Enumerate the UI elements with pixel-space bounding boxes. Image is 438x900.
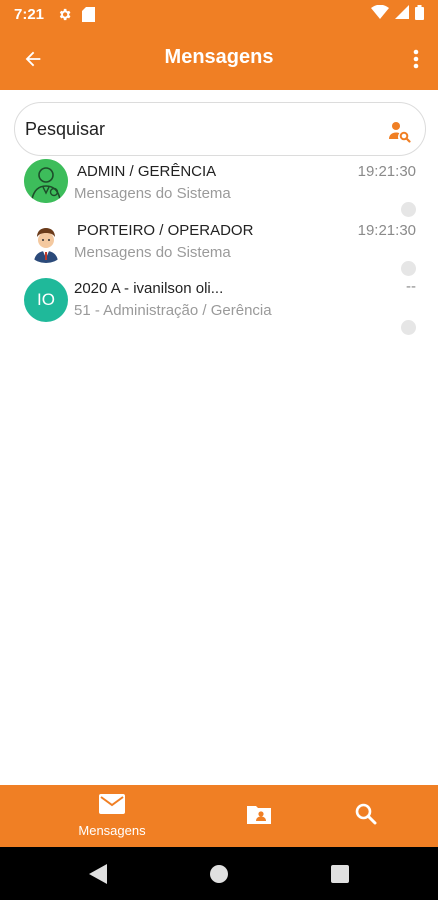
- nav-search[interactable]: [341, 785, 391, 847]
- home-circle-icon[interactable]: [208, 863, 230, 885]
- sd-card-icon: [80, 6, 96, 22]
- conversation-list: ADMIN / GERÊNCIA Mensagens do Sistema 19…: [0, 156, 438, 335]
- conversation-name: 2020 A - ivanilson oli...: [74, 280, 224, 297]
- search-icon: [355, 803, 377, 830]
- wifi-icon: [371, 4, 389, 23]
- search-bar: [14, 102, 426, 156]
- recents-square-icon[interactable]: [329, 863, 351, 885]
- conversation-name: ADMIN / GERÊNCIA: [77, 163, 217, 180]
- list-item[interactable]: PORTEIRO / OPERADOR Mensagens do Sistema…: [0, 215, 438, 276]
- battery-icon: [415, 4, 424, 24]
- back-triangle-icon[interactable]: [87, 863, 109, 885]
- conversation-time: 19:21:30: [357, 163, 416, 180]
- bottom-navigation: Mensagens: [0, 785, 438, 847]
- conversation-time: --: [406, 278, 416, 295]
- nav-label: Mensagens: [78, 823, 146, 838]
- user-search-icon[interactable]: [387, 119, 411, 143]
- search-input[interactable]: [25, 118, 365, 140]
- conversation-subtitle: 51 - Administração / Gerência: [74, 302, 272, 319]
- conversation-subtitle: Mensagens do Sistema: [74, 244, 231, 261]
- mail-icon: [99, 794, 125, 819]
- nav-contacts[interactable]: [234, 785, 284, 847]
- admin-avatar: [24, 159, 68, 203]
- list-item[interactable]: ADMIN / GERÊNCIA Mensagens do Sistema 19…: [0, 156, 438, 217]
- status-time: 7:21: [14, 5, 45, 23]
- conversation-name: PORTEIRO / OPERADOR: [77, 222, 254, 239]
- signal-icon: [395, 5, 409, 23]
- initials-avatar: IO: [24, 278, 68, 322]
- gear-icon: [56, 6, 72, 22]
- system-navigation-bar: [0, 847, 438, 900]
- porteiro-avatar: [24, 219, 68, 263]
- app-bar: Mensagens: [0, 28, 438, 90]
- unread-indicator: [401, 320, 416, 335]
- contacts-folder-icon: [247, 804, 271, 829]
- status-bar: 7:21: [0, 0, 438, 28]
- nav-mensagens[interactable]: Mensagens: [62, 785, 162, 847]
- list-item[interactable]: IO 2020 A - ivanilson oli... 51 - Admini…: [0, 274, 438, 335]
- conversation-time: 19:21:30: [357, 222, 416, 239]
- conversation-subtitle: Mensagens do Sistema: [74, 185, 231, 202]
- page-title: Mensagens: [164, 46, 274, 68]
- more-vert-icon[interactable]: [406, 44, 426, 74]
